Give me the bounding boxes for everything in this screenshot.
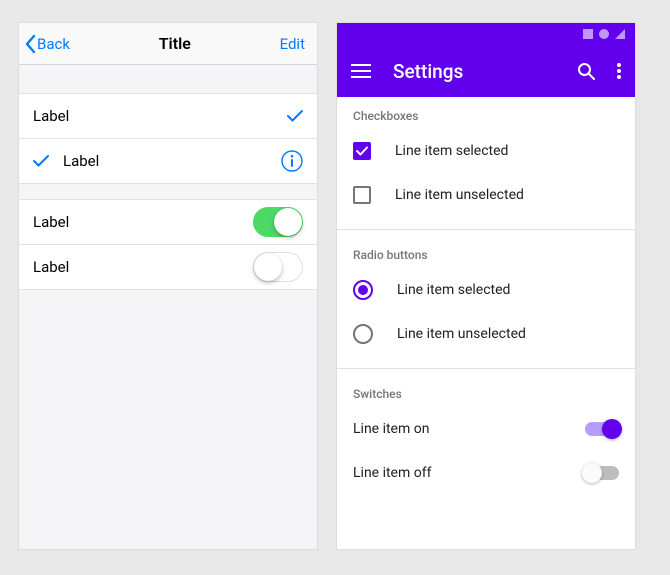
switch-off[interactable] <box>585 466 619 480</box>
more-icon[interactable] <box>617 63 621 79</box>
back-label: Back <box>37 35 70 53</box>
checkbox-checked-icon <box>353 142 371 160</box>
app-bar-title: Settings <box>393 60 555 83</box>
item-label: Line item on <box>353 421 429 437</box>
spacer <box>19 65 317 93</box>
checkbox-item[interactable]: Line item selected <box>353 129 619 173</box>
divider <box>337 229 635 230</box>
item-label: Line item selected <box>397 282 510 298</box>
list-item[interactable]: Label <box>19 138 317 184</box>
radio-item[interactable]: Line item unselected <box>353 312 619 356</box>
radio-selected-icon <box>353 280 373 300</box>
item-label: Line item unselected <box>395 187 524 203</box>
edit-button[interactable]: Edit <box>280 35 309 53</box>
item-label: Line item selected <box>395 143 508 159</box>
section-checkboxes: Checkboxes Line item selected Line item … <box>337 97 635 223</box>
checkbox-unchecked-icon <box>353 186 371 204</box>
check-icon <box>287 109 303 123</box>
section-title: Checkboxes <box>353 109 619 123</box>
page-title: Title <box>159 34 191 53</box>
list-item-label: Label <box>33 107 69 125</box>
section-switches: Switches Line item on Line item off <box>337 375 635 501</box>
list-item[interactable]: Label <box>19 93 317 139</box>
switch-item: Line item off <box>353 451 619 495</box>
radio-item[interactable]: Line item selected <box>353 268 619 312</box>
list-item: Label <box>19 199 317 245</box>
section-title: Radio buttons <box>353 248 619 262</box>
ios-navigation-bar: Back Title Edit <box>19 23 317 65</box>
menu-icon[interactable] <box>351 64 371 78</box>
item-label: Line item off <box>353 465 431 481</box>
ios-panel: Back Title Edit Label Label Label Label <box>18 22 318 550</box>
search-icon[interactable] <box>577 62 595 80</box>
spacer <box>19 183 317 199</box>
checkbox-item[interactable]: Line item unselected <box>353 173 619 217</box>
status-icon <box>599 29 609 39</box>
list-item-label: Label <box>33 213 69 231</box>
app-bar: Settings <box>337 45 635 97</box>
item-label: Line item unselected <box>397 326 526 342</box>
status-icon <box>583 29 593 39</box>
switch-item: Line item on <box>353 407 619 451</box>
status-bar <box>337 23 635 45</box>
info-icon[interactable] <box>281 150 303 172</box>
chevron-left-icon <box>23 34 37 54</box>
status-icon <box>615 29 625 39</box>
back-button[interactable]: Back <box>23 34 70 54</box>
switch-off[interactable] <box>253 252 303 282</box>
list-item-label: Label <box>63 152 99 170</box>
radio-unselected-icon <box>353 324 373 344</box>
check-icon <box>33 154 49 168</box>
switch-on[interactable] <box>585 422 619 436</box>
section-radios: Radio buttons Line item selected Line it… <box>337 236 635 362</box>
android-panel: Settings Checkboxes Line item selected L… <box>336 22 636 550</box>
list-item: Label <box>19 244 317 290</box>
section-title: Switches <box>353 387 619 401</box>
switch-on[interactable] <box>253 207 303 237</box>
list-item-label: Label <box>33 258 69 276</box>
divider <box>337 368 635 369</box>
